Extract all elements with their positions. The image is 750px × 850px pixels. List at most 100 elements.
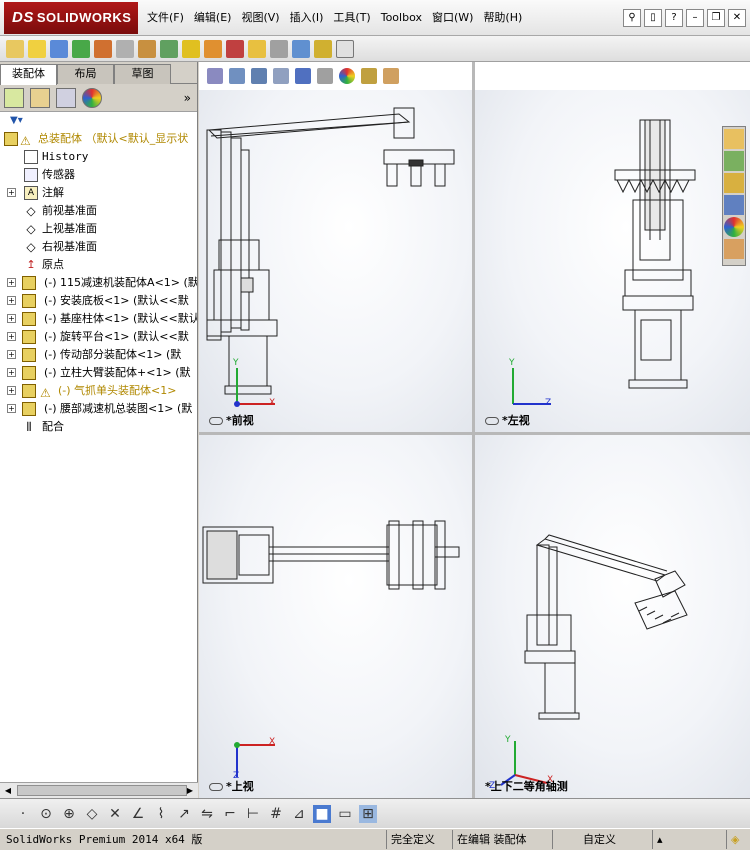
four-view-icon[interactable]: ⊞: [359, 804, 377, 823]
link-views-icon[interactable]: [485, 417, 499, 425]
assembly-features-icon[interactable]: [138, 39, 156, 58]
tree-item-top-plane[interactable]: ◇ 上视基准面: [0, 220, 197, 238]
tab-sketch[interactable]: 草图: [114, 64, 171, 84]
scroll-right-icon[interactable]: ▶: [182, 783, 198, 799]
tree-item-front-plane[interactable]: ◇ 前视基准面: [0, 202, 197, 220]
viewport-front[interactable]: Y X *前视: [199, 90, 472, 432]
tree-item-history[interactable]: History: [0, 148, 197, 166]
expand-icon[interactable]: +: [7, 278, 16, 287]
custom-properties-icon[interactable]: [724, 239, 744, 259]
tree-item-component[interactable]: + (-) 立柱大臂装配体+<1> (默: [0, 364, 197, 382]
tree-item-component[interactable]: + (-) 腰部减速机总装图<1> (默: [0, 400, 197, 418]
tree-item-component[interactable]: + (-) 旋转平台<1> (默认<<默: [0, 328, 197, 346]
tree-item-annotations[interactable]: + A 注解: [0, 184, 197, 202]
design-library-icon[interactable]: [724, 151, 744, 171]
status-tag-icon[interactable]: ◈: [726, 830, 748, 849]
tree-item-component[interactable]: + (-) 115减速机装配体A<1> (默: [0, 274, 197, 292]
tab-assembly[interactable]: 装配体: [0, 64, 57, 85]
relation-icon[interactable]: ⊿: [290, 805, 308, 823]
appearance-icon[interactable]: [339, 68, 355, 84]
solidworks-logo[interactable]: DS SOLIDWORKS: [4, 2, 138, 34]
insert-components-icon[interactable]: [6, 39, 24, 58]
tree-item-mates[interactable]: ⫴ 配合: [0, 418, 197, 436]
move-component-icon[interactable]: [94, 39, 112, 58]
diamond-icon[interactable]: ◇: [83, 805, 101, 823]
menu-toolbox[interactable]: Toolbox: [376, 9, 427, 27]
tree-item-origin[interactable]: ↥ 原点: [0, 256, 197, 274]
configuration-manager-icon[interactable]: [56, 87, 76, 108]
dimension-icon[interactable]: ⊢: [244, 805, 262, 823]
view-orientation-icon[interactable]: [295, 68, 311, 84]
viewport-top[interactable]: X Z *上视: [199, 435, 472, 798]
tree-item-component[interactable]: + (-) 基座柱体<1> (默认<<默认: [0, 310, 197, 328]
feature-manager-tree-icon[interactable]: [4, 87, 24, 108]
expand-icon[interactable]: +: [7, 404, 16, 413]
exploded-view-icon[interactable]: [226, 39, 244, 58]
display-style-icon[interactable]: [317, 68, 333, 84]
expand-icon[interactable]: +: [7, 188, 16, 197]
extend-icon[interactable]: ↗: [175, 805, 193, 823]
grid-icon[interactable]: #: [267, 805, 285, 823]
chevron-right-icon[interactable]: »: [184, 91, 191, 105]
tree-root[interactable]: ⚠ 总装配体 （默认<默认_显示状: [0, 130, 197, 148]
mate-icon[interactable]: [28, 39, 46, 58]
zoom-to-fit-icon[interactable]: [207, 68, 223, 84]
offset-icon[interactable]: ⌐: [221, 805, 239, 823]
scroll-thumb[interactable]: [17, 785, 187, 796]
menu-insert[interactable]: 插入(I): [285, 9, 329, 27]
clearance-icon[interactable]: [292, 39, 310, 58]
appearances-icon[interactable]: [724, 217, 744, 237]
home-icon[interactable]: [724, 129, 744, 149]
new-motion-study-icon[interactable]: [182, 39, 200, 58]
circle-target-icon[interactable]: ⊕: [60, 805, 78, 823]
status-units[interactable]: 自定义: [552, 830, 652, 849]
expand-icon[interactable]: +: [7, 386, 16, 395]
menu-view[interactable]: 视图(V): [236, 9, 284, 27]
tree-item-component[interactable]: + (-) 传动部分装配体<1> (默: [0, 346, 197, 364]
bill-of-materials-icon[interactable]: [204, 39, 222, 58]
display-manager-icon[interactable]: [82, 87, 102, 108]
tree-item-component-warning[interactable]: + ⚠ (-) 气抓单头装配体<1>: [0, 382, 197, 400]
instant3d-icon[interactable]: [336, 39, 354, 58]
menu-tools[interactable]: 工具(T): [328, 9, 375, 27]
show-hidden-icon[interactable]: [116, 39, 134, 58]
file-explorer-icon[interactable]: [724, 173, 744, 193]
tree-item-component[interactable]: + (-) 安装底板<1> (默认<<默: [0, 292, 197, 310]
view-cube-icon[interactable]: ■: [313, 804, 331, 823]
property-manager-icon[interactable]: [30, 87, 50, 108]
scene-icon[interactable]: [361, 68, 377, 84]
circle-icon[interactable]: ⊙: [37, 805, 55, 823]
expand-icon[interactable]: +: [7, 350, 16, 359]
tree-item-right-plane[interactable]: ◇ 右视基准面: [0, 238, 197, 256]
single-view-icon[interactable]: ▭: [336, 805, 354, 823]
scroll-left-icon[interactable]: ◀: [0, 783, 16, 799]
expand-icon[interactable]: +: [7, 296, 16, 305]
viewport-splitter-horizontal[interactable]: [199, 432, 750, 435]
viewport-splitter-vertical[interactable]: [472, 62, 475, 798]
expand-icon[interactable]: +: [7, 368, 16, 377]
angle-icon[interactable]: ∠: [129, 805, 147, 823]
link-views-icon[interactable]: [209, 417, 223, 425]
linear-pattern-icon[interactable]: [50, 39, 68, 58]
menu-file[interactable]: 文件(F): [142, 9, 189, 27]
interference-icon[interactable]: [270, 39, 288, 58]
view-settings-icon[interactable]: [383, 68, 399, 84]
minimize-icon[interactable]: –: [686, 9, 704, 27]
status-dropdown-icon[interactable]: ▴: [652, 830, 672, 849]
help-icon[interactable]: ?: [665, 9, 683, 27]
expand-icon[interactable]: +: [7, 332, 16, 341]
viewport-left[interactable]: Y Z *左视: [475, 90, 750, 432]
previous-view-icon[interactable]: [251, 68, 267, 84]
tree-item-sensors[interactable]: 传感器: [0, 166, 197, 184]
restore-icon[interactable]: ❐: [707, 9, 725, 27]
view-palette-icon[interactable]: [724, 195, 744, 215]
link-views-icon[interactable]: [209, 783, 223, 791]
smart-fasteners-icon[interactable]: [72, 39, 90, 58]
close-icon[interactable]: ✕: [728, 9, 746, 27]
explode-line-icon[interactable]: [248, 39, 266, 58]
expand-icon[interactable]: +: [7, 314, 16, 323]
mirror-icon[interactable]: ⇋: [198, 805, 216, 823]
horizontal-scrollbar[interactable]: ◀ ▶: [0, 782, 198, 798]
tab-layout[interactable]: 布局: [57, 64, 114, 84]
new-document-icon[interactable]: ▯: [644, 9, 662, 27]
